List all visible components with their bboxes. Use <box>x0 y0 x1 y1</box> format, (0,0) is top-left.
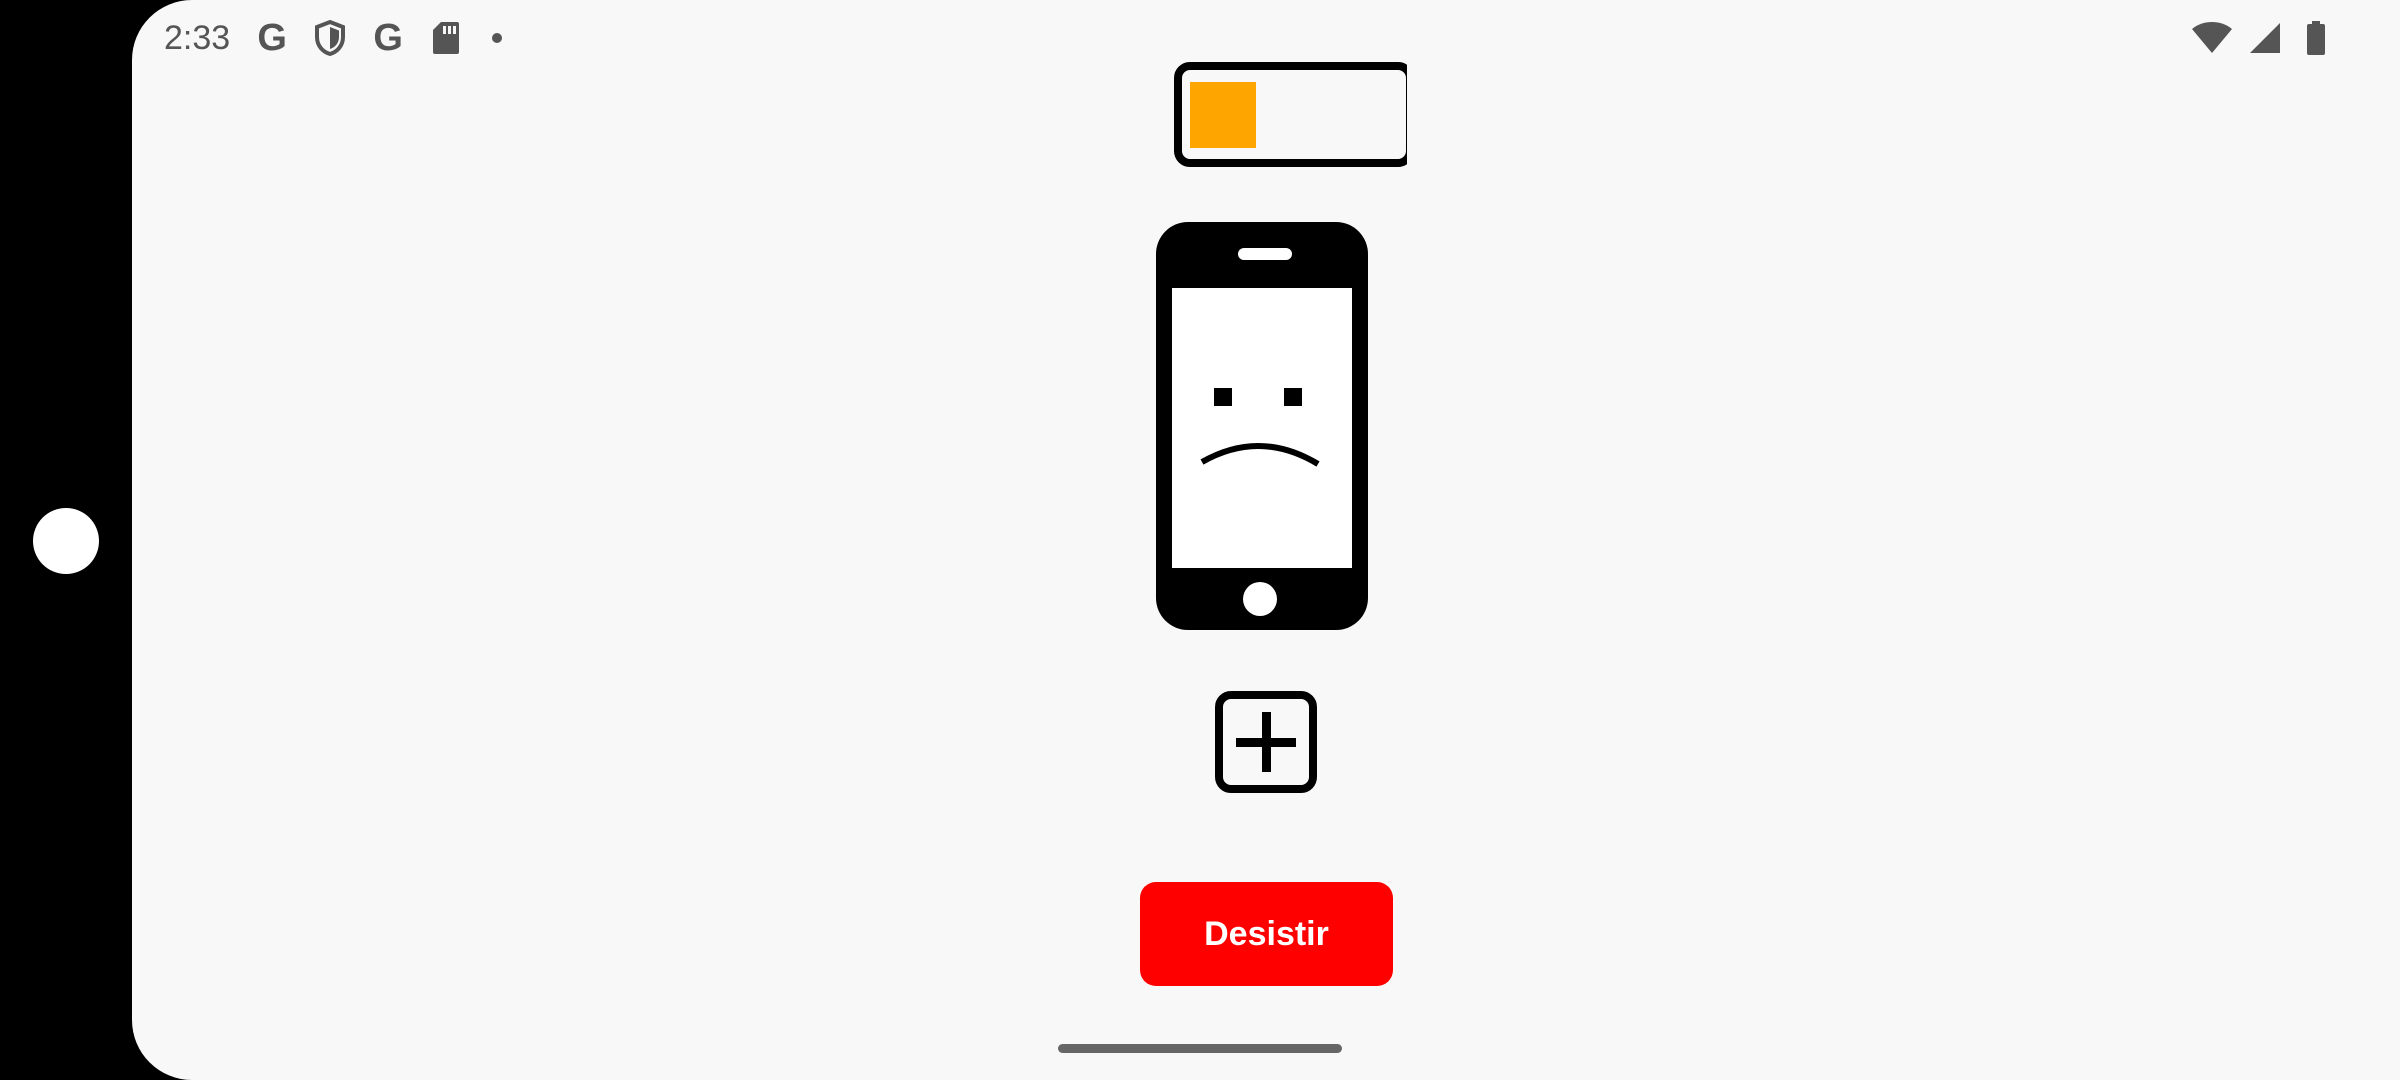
low-battery-illustration <box>1142 56 1424 176</box>
google-letter: G <box>373 17 403 59</box>
sd-card-icon <box>424 16 468 60</box>
notification-dot <box>492 33 503 43</box>
status-bar-left: 2:33 G G <box>164 14 503 62</box>
navigation-gesture-handle[interactable] <box>1058 1044 1342 1053</box>
battery-icon <box>2294 16 2338 60</box>
device-frame: 2:33 G G Desistir <box>0 0 2400 1080</box>
status-time: 2:33 <box>164 18 231 57</box>
desistir-button[interactable]: Desistir <box>1140 882 1393 986</box>
wifi-icon <box>2190 16 2234 60</box>
google-icon: G <box>366 16 410 60</box>
shield-icon <box>308 16 352 60</box>
camera-cutout-strip <box>0 0 132 1080</box>
plus-square-icon <box>1215 691 1317 793</box>
battery-level-fill <box>1190 82 1256 148</box>
sad-phone-illustration <box>1156 214 1396 644</box>
cellular-signal-icon <box>2242 16 2286 60</box>
status-bar-right <box>2190 16 2338 60</box>
google-icon: G <box>250 16 294 60</box>
app-screen: 2:33 G G Desistir <box>132 0 2400 1080</box>
google-letter: G <box>257 17 287 59</box>
add-button[interactable] <box>1214 690 1324 800</box>
front-camera <box>33 508 99 574</box>
